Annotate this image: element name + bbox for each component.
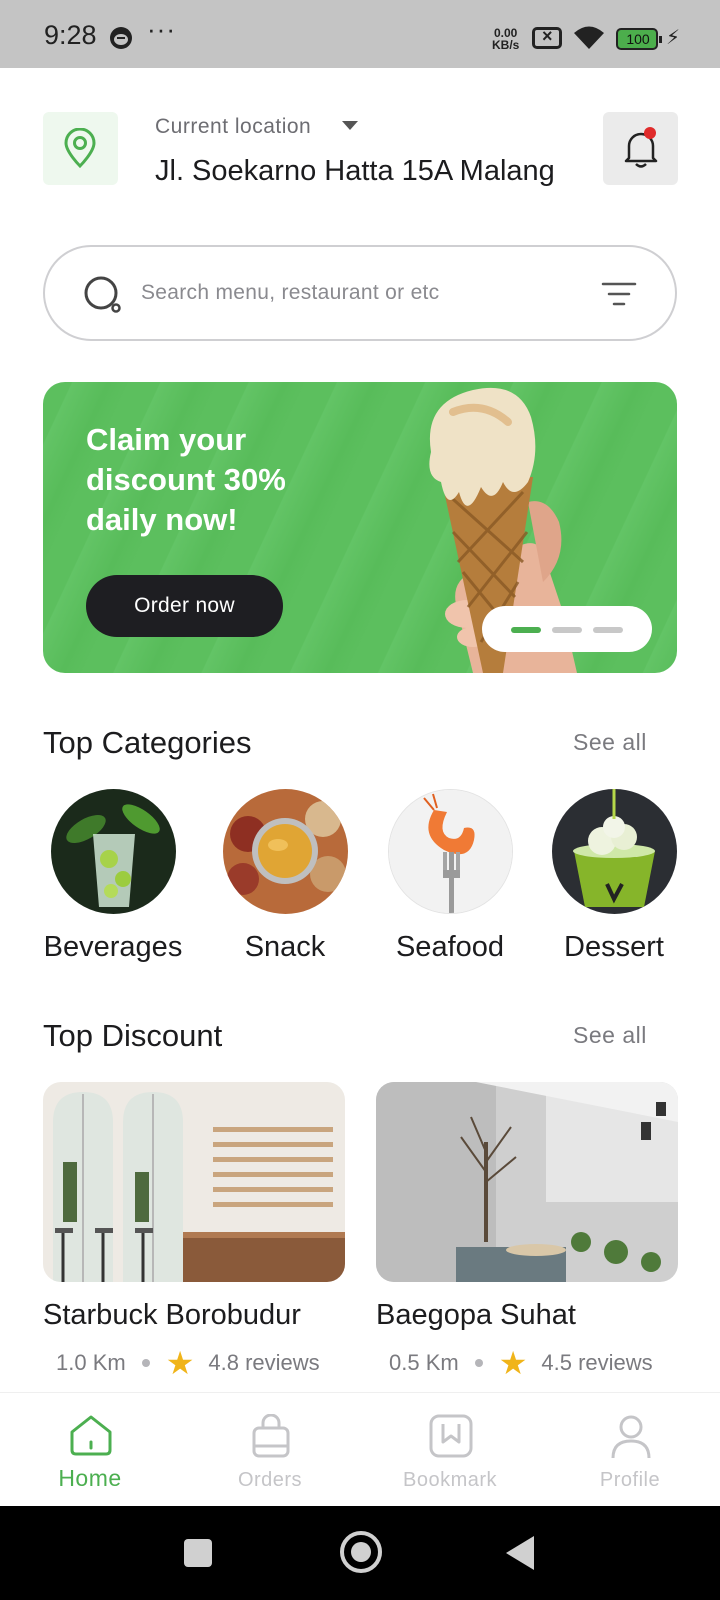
sim-disabled-icon: × xyxy=(532,26,562,49)
separator-dot xyxy=(474,1359,483,1367)
restaurant-distance: 0.5 Km xyxy=(389,1350,459,1375)
home-button[interactable] xyxy=(340,1531,382,1573)
restaurant-meta: 1.0 Km ★ 4.8 reviews xyxy=(43,1345,345,1381)
promo-banner[interactable]: Claim your discount 30% daily now! Order… xyxy=(43,382,677,673)
profile-icon xyxy=(611,1415,651,1459)
nav-home[interactable]: Home xyxy=(0,1393,180,1507)
system-navigation-bar xyxy=(0,1506,720,1600)
restaurant-rating: 4.8 reviews xyxy=(208,1350,320,1375)
seafood-image xyxy=(387,789,513,914)
status-time: 9:28 xyxy=(44,20,97,50)
current-location-value[interactable]: Jl. Soekarno Hatta 15A Malang xyxy=(155,155,555,188)
separator-dot xyxy=(141,1359,150,1367)
page-indicator xyxy=(552,627,582,633)
search-icon xyxy=(84,276,121,313)
star-icon: ★ xyxy=(165,1345,195,1381)
restaurant-name: Starbuck Borobudur xyxy=(43,1299,301,1331)
star-icon: ★ xyxy=(498,1345,528,1381)
nav-label: Home xyxy=(58,1465,122,1491)
top-categories-title: Top Categories xyxy=(43,725,252,760)
search-input[interactable] xyxy=(141,274,561,312)
notification-button[interactable] xyxy=(603,112,678,185)
banner-title: Claim your discount 30% daily now! xyxy=(86,422,286,537)
snack-image xyxy=(222,789,348,914)
shopping-bag-icon xyxy=(252,1414,290,1458)
battery-level: 100 xyxy=(626,31,650,47)
category-snack[interactable]: Snack xyxy=(215,789,355,964)
dessert-image xyxy=(551,789,677,914)
beverages-image xyxy=(50,789,176,914)
restaurant-card[interactable]: Starbuck Borobudur 1.0 Km ★ 4.8 reviews xyxy=(43,1082,345,1381)
bottom-navigation: Home Orders Bookmark Profile xyxy=(0,1392,720,1506)
map-pin-icon xyxy=(64,128,96,168)
restaurant-name: Baegopa Suhat xyxy=(376,1299,576,1331)
restaurant-rating: 4.5 reviews xyxy=(541,1350,653,1375)
nav-label: Orders xyxy=(237,1469,303,1491)
nav-profile[interactable]: Profile xyxy=(540,1393,720,1507)
category-label: Snack xyxy=(244,931,326,963)
restaurant-card[interactable]: Baegopa Suhat 0.5 Km ★ 4.5 reviews xyxy=(376,1082,678,1381)
bell-icon xyxy=(624,127,658,168)
unread-dot xyxy=(644,127,656,139)
restaurant-image xyxy=(376,1082,678,1282)
restaurant-image xyxy=(43,1082,345,1282)
home-icon xyxy=(70,1415,112,1456)
page-indicator xyxy=(593,627,623,633)
notification-face-icon xyxy=(110,27,132,49)
nav-label: Bookmark xyxy=(402,1469,498,1491)
wifi-icon xyxy=(574,26,604,49)
banner-pagination xyxy=(482,606,652,652)
top-discount-title: Top Discount xyxy=(43,1018,223,1053)
more-notifications-icon: ··· xyxy=(147,14,176,44)
category-beverages[interactable]: Beverages xyxy=(43,789,183,964)
status-bar: 9:28 ··· 0.00 KB/s × 100 ⚡ xyxy=(0,0,720,68)
nav-orders[interactable]: Orders xyxy=(180,1393,360,1507)
category-label: Beverages xyxy=(43,931,183,963)
order-now-button[interactable]: Order now xyxy=(86,575,283,637)
category-seafood[interactable]: Seafood xyxy=(380,789,520,964)
categories-see-all-link[interactable]: See all xyxy=(573,729,647,756)
recent-apps-button[interactable] xyxy=(184,1539,212,1567)
network-speed: 0.00 KB/s xyxy=(492,27,519,51)
nav-label: Profile xyxy=(599,1469,661,1491)
chevron-down-icon[interactable] xyxy=(342,121,358,130)
discount-see-all-link[interactable]: See all xyxy=(573,1022,647,1049)
category-label: Dessert xyxy=(564,931,664,963)
category-label: Seafood xyxy=(395,931,505,963)
bookmark-icon xyxy=(429,1414,473,1458)
location-button[interactable] xyxy=(43,112,118,185)
restaurant-distance: 1.0 Km xyxy=(56,1350,126,1375)
battery-icon: 100 xyxy=(616,28,662,50)
filter-icon[interactable] xyxy=(601,281,637,307)
restaurant-meta: 0.5 Km ★ 4.5 reviews xyxy=(376,1345,678,1381)
charging-icon: ⚡ xyxy=(666,27,681,49)
page-indicator-active xyxy=(511,627,541,633)
category-dessert[interactable]: Dessert xyxy=(544,789,684,964)
network-speed-unit: KB/s xyxy=(492,38,520,52)
nav-bookmark[interactable]: Bookmark xyxy=(360,1393,540,1507)
back-button[interactable] xyxy=(506,1536,534,1570)
current-location-label[interactable]: Current location xyxy=(155,115,311,139)
search-bar[interactable] xyxy=(43,245,677,341)
